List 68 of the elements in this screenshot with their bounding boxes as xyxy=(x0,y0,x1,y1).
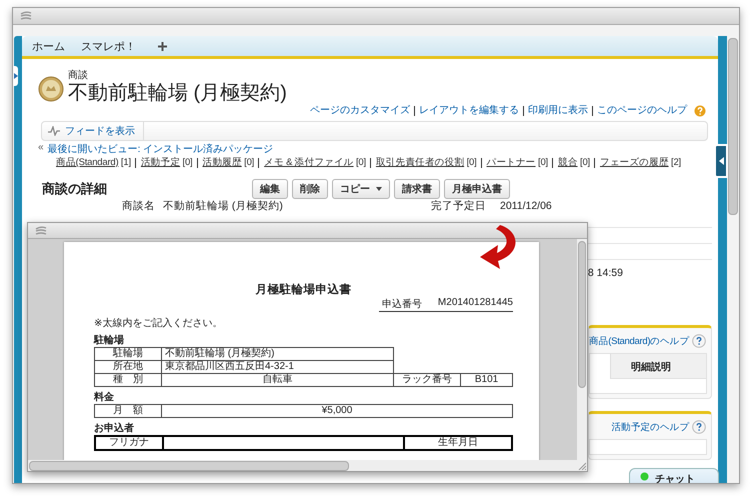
table-cell: 種 別 xyxy=(94,374,162,386)
help-link[interactable]: 活動予定のヘルプ xyxy=(611,420,689,434)
table-cell: B101 xyxy=(460,374,512,386)
scrollbar-thumb[interactable] xyxy=(728,38,738,215)
plus-icon xyxy=(158,42,167,50)
related-list-link[interactable]: パートナー [0] xyxy=(480,158,552,168)
header-link[interactable]: レイアウトを編集する xyxy=(414,106,523,116)
note-text: ※太線内をご記入ください。 xyxy=(94,316,224,330)
help-icon xyxy=(692,334,706,348)
logo-icon xyxy=(34,226,48,236)
help-link[interactable]: 商品(Standard)のヘルプ xyxy=(588,334,689,348)
header-link[interactable]: 印刷用に表示 xyxy=(523,106,592,116)
header-link[interactable]: ページのカスタマイズ xyxy=(306,106,414,116)
field-label: 完了予定日 xyxy=(431,200,486,212)
help-icon xyxy=(692,420,706,434)
scrollbar-thumb[interactable] xyxy=(29,460,349,470)
sidebar-toggle[interactable] xyxy=(714,144,728,178)
field-value: 8 14:59 xyxy=(588,267,624,279)
table-cell: 所在地 xyxy=(94,360,162,374)
table-cell: 生年月日 xyxy=(404,436,512,450)
table-cell: 東京都品川区西五反田4-32-1 xyxy=(162,360,394,374)
breadcrumb-marker: « xyxy=(38,142,44,155)
scrollbar-thumb[interactable] xyxy=(578,241,586,388)
caret-icon xyxy=(14,73,18,79)
related-list-link[interactable]: 商品(Standard) [1] xyxy=(56,158,135,168)
table-cell: フリガナ xyxy=(95,436,163,450)
related-list-link[interactable]: 活動予定 [0] xyxy=(134,158,196,168)
field-label: 申込番号 xyxy=(382,298,422,311)
breadcrumb-link[interactable]: 最後に開いたビュー: インストール済みパッケージ xyxy=(48,142,274,156)
action-button[interactable]: 月極申込書 xyxy=(444,179,510,199)
field-value: 不動前駐輪場 (月極契約) xyxy=(163,200,284,212)
table-cell: ラック番号 xyxy=(394,374,461,386)
caret-icon xyxy=(376,187,382,191)
column-header: 明細説明 xyxy=(630,362,671,373)
show-feed-button[interactable]: フィードを表示 xyxy=(42,122,144,140)
related-list-link[interactable]: 取引先責任者の役割 [0] xyxy=(370,158,481,168)
action-button[interactable]: 編集 xyxy=(252,179,288,199)
table-cell: ¥5,000 xyxy=(162,404,512,418)
nav-tab[interactable]: スマレポ！ xyxy=(81,38,136,54)
table-cell: 不動前駐輪場 (月極契約) xyxy=(162,348,394,360)
nav-tab[interactable]: ホーム xyxy=(32,38,65,54)
document-title: 月極駐輪場申込書 xyxy=(254,282,352,297)
table-cell: 自転車 xyxy=(162,374,394,386)
sidebar-toggle[interactable] xyxy=(13,66,18,86)
pulse-icon xyxy=(48,126,60,136)
object-type: 商談 xyxy=(68,70,89,81)
related-list-link[interactable]: フェーズの履歴 [2] xyxy=(594,158,685,168)
section-heading: 料金 xyxy=(94,390,115,404)
action-button[interactable]: 請求書 xyxy=(394,179,440,199)
record-title: 不動前駐輪場 (月極契約) xyxy=(68,81,287,105)
table-cell: 駐輪場 xyxy=(94,348,162,360)
field-value: M201401281445 xyxy=(438,297,513,310)
section-heading: 駐輪場 xyxy=(94,334,125,347)
action-button[interactable]: 削除 xyxy=(292,179,328,199)
field-label: 商談名 xyxy=(122,200,155,212)
table-cell: 月 額 xyxy=(94,404,162,418)
header-link[interactable]: このページのヘルプ xyxy=(592,106,691,116)
help-icon xyxy=(694,105,706,117)
copy-dropdown-button[interactable]: コピー xyxy=(332,179,390,199)
related-list-link[interactable]: 競合 [0] xyxy=(552,158,594,168)
related-list-link[interactable]: メモ & 添付ファイル [0] xyxy=(258,158,370,168)
section-heading: 商談の詳細 xyxy=(41,180,108,198)
coin-icon xyxy=(38,76,64,102)
related-list-link[interactable]: 活動履歴 [0] xyxy=(196,158,258,168)
section-heading: お申込者 xyxy=(94,422,135,435)
status-dot-icon xyxy=(640,472,649,481)
logo-icon xyxy=(19,11,33,21)
field-value: 2011/12/06 xyxy=(500,200,552,212)
